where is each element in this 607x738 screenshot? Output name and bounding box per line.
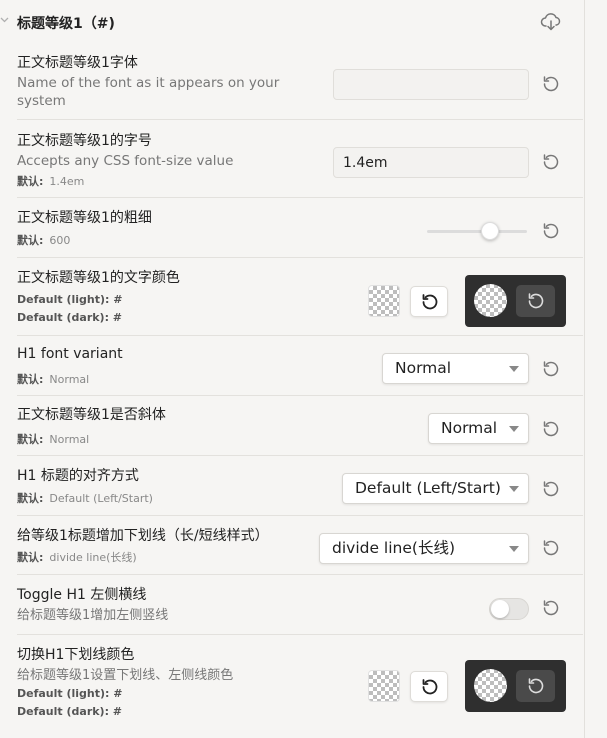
underline-style-select[interactable]: divide line(长线) — [319, 533, 529, 564]
setting-h1-font-variant: H1 font variant 默认: Normal Normal — [17, 336, 583, 396]
font-weight-slider[interactable] — [427, 230, 527, 233]
toggle-knob — [491, 600, 509, 618]
selected-value: Normal — [395, 359, 452, 377]
alignment-select[interactable]: Default (Left/Start) — [342, 473, 529, 504]
caret-down-icon — [509, 486, 519, 492]
setting-h1-underline-color: 切换H1下划线颜色 给标题等级1设置下划线、左侧线颜色 Default (lig… — [17, 635, 583, 738]
setting-default: 默认: 1.4em — [17, 173, 84, 189]
setting-description: Name of the font as it appears on your s… — [17, 75, 280, 109]
light-color-swatch[interactable] — [368, 285, 400, 317]
setting-title: 正文标题等级1的文字颜色 — [17, 270, 180, 286]
setting-default: 默认: Default (Left/Start) — [17, 490, 153, 506]
default-dark: Default (dark): # — [17, 705, 123, 718]
setting-description: 给标题等级1设置下划线、左侧线颜色 — [17, 668, 234, 683]
selected-value: divide line(长线) — [332, 539, 455, 557]
setting-title: 给等级1标题增加下划线（长/短线样式） — [17, 528, 269, 544]
setting-h1-italic: 正文标题等级1是否斜体 默认: Normal Normal — [17, 396, 583, 456]
reset-icon[interactable] — [541, 419, 561, 439]
default-value: divide line(长线) — [49, 551, 137, 564]
caret-down-icon — [509, 366, 519, 372]
default-value: Normal — [49, 373, 90, 386]
setting-description: 给标题等级1增加左侧竖线 — [17, 608, 169, 623]
default-label: 默认: — [17, 551, 44, 564]
default-label: 默认: — [17, 492, 44, 505]
reset-icon[interactable] — [541, 538, 561, 558]
setting-title: H1 font variant — [17, 346, 123, 362]
light-color-reset-button[interactable] — [410, 671, 448, 702]
setting-title: 正文标题等级1字体 — [17, 55, 138, 71]
default-label: 默认: — [17, 175, 44, 188]
selected-value: Default (Left/Start) — [355, 479, 501, 497]
dark-color-swatch[interactable] — [474, 284, 507, 317]
default-light: Default (light): # — [17, 293, 123, 306]
selected-value: Normal — [441, 419, 498, 437]
setting-h1-text-color: 正文标题等级1的文字颜色 Default (light): # Default … — [17, 258, 583, 336]
dark-color-reset-button[interactable] — [516, 285, 555, 317]
default-light: Default (light): # — [17, 687, 123, 700]
chevron-down-icon[interactable] — [0, 14, 10, 26]
slider-thumb[interactable] — [480, 222, 499, 240]
setting-default: 默认: Normal — [17, 371, 89, 387]
panel-right-border — [584, 0, 585, 738]
setting-default: 默认: divide line(长线) — [17, 549, 137, 565]
reset-icon — [528, 678, 544, 694]
font-size-input[interactable] — [333, 147, 529, 178]
setting-h1-alignment: H1 标题的对齐方式 默认: Default (Left/Start) Defau… — [17, 456, 583, 516]
light-color-swatch[interactable] — [368, 670, 400, 702]
setting-h1-font-size: 正文标题等级1的字号 Accepts any CSS font-size val… — [17, 120, 583, 198]
default-value: 600 — [49, 234, 71, 247]
left-line-toggle[interactable] — [489, 598, 529, 620]
font-variant-select[interactable]: Normal — [382, 353, 529, 384]
setting-h1-font: 正文标题等级1字体 Name of the font as it appears… — [17, 44, 583, 120]
section-title: 标题等级1（#) — [17, 16, 115, 32]
reset-icon[interactable] — [541, 479, 561, 499]
dark-color-panel — [465, 275, 566, 327]
default-value: 1.4em — [49, 175, 85, 188]
reset-icon — [422, 679, 438, 695]
setting-title: 切换H1下划线颜色 — [17, 647, 135, 663]
caret-down-icon — [509, 546, 519, 552]
reset-icon — [528, 293, 544, 309]
reset-icon[interactable] — [541, 74, 561, 94]
setting-title: 正文标题等级1的粗细 — [17, 210, 152, 226]
italic-select[interactable]: Normal — [428, 413, 529, 444]
font-name-input[interactable] — [333, 69, 529, 100]
reset-icon — [422, 294, 438, 310]
reset-icon[interactable] — [541, 221, 561, 241]
default-dark: Default (dark): # — [17, 311, 123, 324]
setting-description: Accepts any CSS font-size value — [17, 153, 234, 169]
dark-color-panel — [465, 660, 566, 712]
section-header[interactable]: 标题等级1（#) — [0, 0, 584, 44]
setting-title: Toggle H1 左侧横线 — [17, 587, 147, 603]
reset-icon[interactable] — [541, 152, 561, 172]
default-value: Default (Left/Start) — [49, 492, 153, 505]
dark-color-reset-button[interactable] — [516, 670, 555, 702]
setting-title: 正文标题等级1是否斜体 — [17, 407, 166, 423]
default-label: 默认: — [17, 433, 44, 446]
setting-default: 默认: Normal — [17, 431, 89, 447]
setting-default: 默认: 600 — [17, 232, 70, 248]
reset-icon[interactable] — [541, 598, 561, 618]
light-color-reset-button[interactable] — [410, 286, 448, 317]
setting-title: H1 标题的对齐方式 — [17, 468, 139, 484]
setting-h1-left-line-toggle: Toggle H1 左侧横线 给标题等级1增加左侧竖线 — [17, 575, 583, 635]
setting-title: 正文标题等级1的字号 — [17, 133, 152, 149]
dark-color-swatch[interactable] — [474, 669, 507, 702]
setting-h1-underline-style: 给等级1标题增加下划线（长/短线样式） 默认: divide line(长线) d… — [17, 516, 583, 575]
download-cloud-icon[interactable] — [540, 11, 562, 33]
default-value: Normal — [49, 433, 90, 446]
caret-down-icon — [509, 426, 519, 432]
reset-icon[interactable] — [541, 359, 561, 379]
setting-h1-font-weight: 正文标题等级1的粗细 默认: 600 — [17, 198, 583, 258]
default-label: 默认: — [17, 373, 44, 386]
default-label: 默认: — [17, 234, 44, 247]
